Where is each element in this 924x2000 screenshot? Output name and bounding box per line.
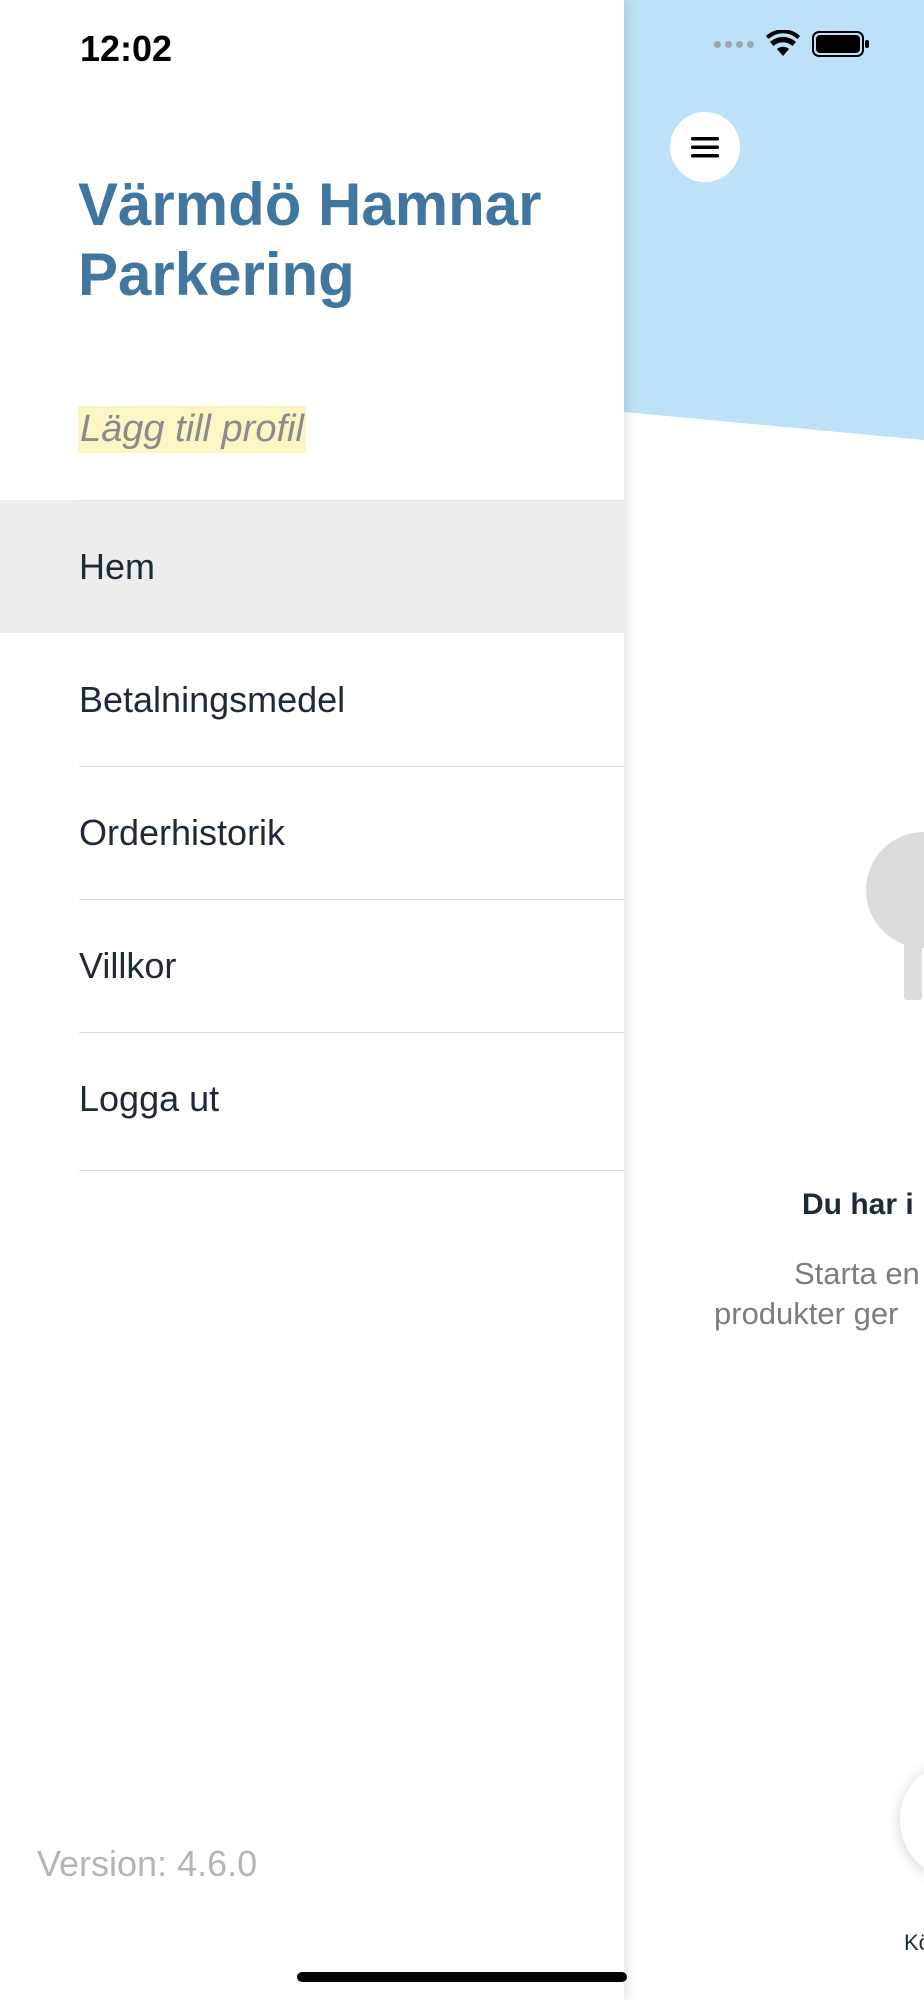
start-parking-label: Kö: [904, 1930, 924, 1955]
menu-item-label: Betalningsmedel: [79, 678, 346, 720]
main-screen: Du har i Starta en n produkter ger Kö: [624, 0, 924, 2000]
drawer-menu: Hem Betalningsmedel Orderhistorik Villko…: [0, 500, 624, 1165]
empty-state-title: Du har i: [802, 1188, 914, 1221]
header-background: [624, 0, 924, 440]
empty-state-text: Starta en n produkter ger: [714, 1254, 924, 1334]
wifi-icon: [766, 30, 800, 56]
start-parking-button[interactable]: [900, 1760, 924, 1880]
app-title: Värmdö Hamnar Parkering: [78, 171, 542, 308]
navigation-drawer: 12:02 Värmdö Hamnar Parkering Lägg till …: [0, 0, 624, 2000]
hamburger-icon: [691, 137, 719, 158]
menu-item-betalningsmedel[interactable]: Betalningsmedel: [0, 633, 624, 766]
menu-item-hem[interactable]: Hem: [0, 500, 624, 633]
menu-divider: [79, 1032, 624, 1033]
menu-divider: [79, 766, 624, 767]
add-profile-link[interactable]: Lägg till profil: [78, 406, 306, 453]
menu-divider: [79, 500, 624, 501]
status-icons: [714, 30, 870, 58]
menu-item-label: Logga ut: [79, 1077, 220, 1119]
home-indicator[interactable]: [297, 1972, 627, 1982]
parking-sign-illustration: [866, 832, 924, 1000]
empty-state-text-line2: produkter ger: [714, 1296, 899, 1331]
status-time: 12:02: [80, 28, 173, 69]
battery-icon: [812, 31, 869, 57]
menu-item-orderhistorik[interactable]: Orderhistorik: [0, 766, 624, 899]
cellular-signal-icon: [714, 40, 754, 48]
menu-item-villkor[interactable]: Villkor: [0, 899, 624, 1032]
menu-item-logga-ut[interactable]: Logga ut: [0, 1032, 624, 1165]
app-version: Version: 4.6.0: [37, 1843, 258, 1884]
menu-button[interactable]: [670, 112, 740, 182]
menu-divider: [79, 1170, 624, 1171]
menu-item-label: Orderhistorik: [79, 811, 286, 853]
menu-item-label: Hem: [79, 545, 156, 587]
menu-item-label: Villkor: [79, 944, 177, 986]
menu-divider: [79, 899, 624, 900]
empty-state-text-line1: Starta en n: [794, 1256, 924, 1291]
